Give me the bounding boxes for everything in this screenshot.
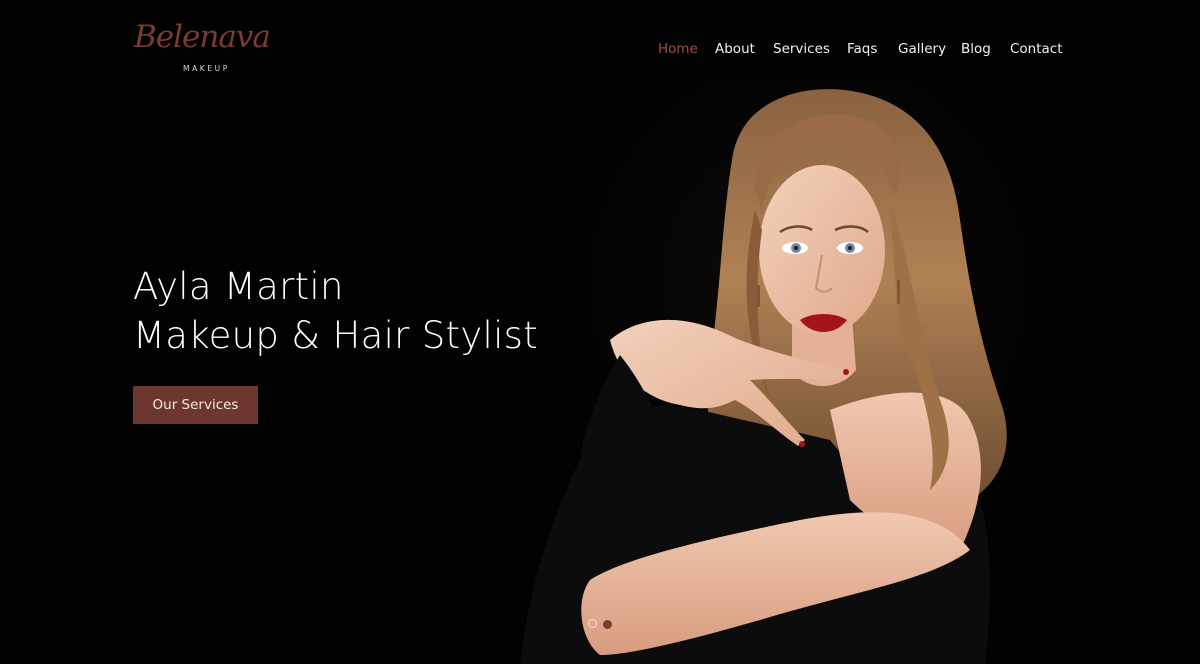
nav-item-blog[interactable]: Blog xyxy=(961,41,991,57)
nav-item-services[interactable]: Services xyxy=(773,41,830,57)
brand-logo[interactable]: Belenava MAKEUP xyxy=(134,22,271,78)
carousel-dot-1[interactable] xyxy=(588,619,597,628)
nav-item-contact[interactable]: Contact xyxy=(1010,41,1063,57)
nav-item-home[interactable]: Home xyxy=(658,41,698,57)
hero-heading: Ayla Martin Makeup & Hair Stylist xyxy=(133,262,538,360)
hero-name: Ayla Martin xyxy=(133,265,344,308)
logo-script-text: Belenava xyxy=(134,19,271,55)
main-nav: Home About Services Faqs Gallery Blog Co… xyxy=(658,41,1078,61)
nav-item-about[interactable]: About xyxy=(715,41,755,57)
hero-page: Belenava MAKEUP Home About Services Faqs… xyxy=(0,0,1200,664)
our-services-button[interactable]: Our Services xyxy=(133,386,258,424)
carousel-dot-2-active[interactable] xyxy=(603,620,612,629)
nav-item-gallery[interactable]: Gallery xyxy=(898,41,946,57)
hero-model-image xyxy=(500,80,1060,664)
hero-role: Makeup & Hair Stylist xyxy=(133,314,539,357)
carousel-dots xyxy=(588,619,618,631)
logo-subtitle: MAKEUP xyxy=(183,64,230,73)
nav-item-faqs[interactable]: Faqs xyxy=(847,41,877,57)
